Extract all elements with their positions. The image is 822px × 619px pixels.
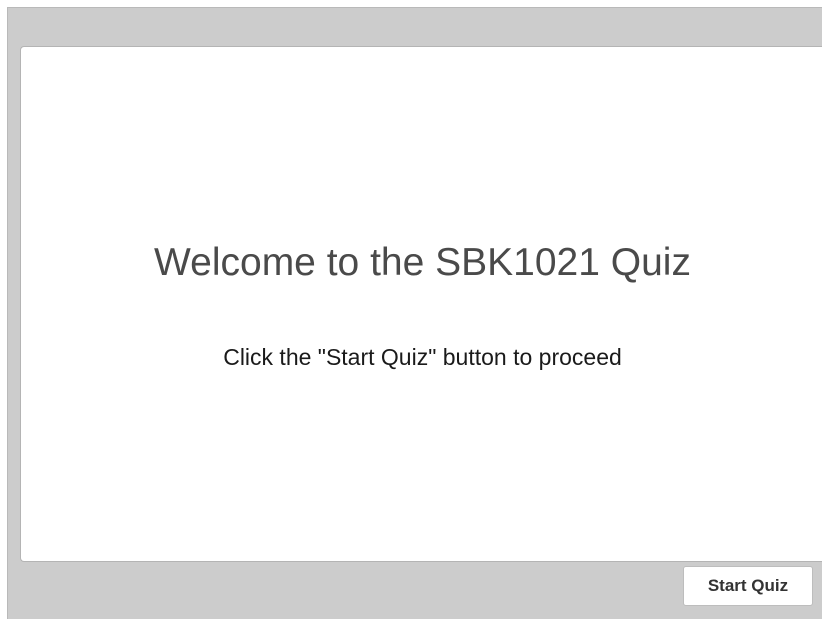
quiz-player-frame: Welcome to the SBK1021 Quiz Click the "S… bbox=[7, 7, 822, 619]
start-quiz-button[interactable]: Start Quiz bbox=[683, 566, 813, 606]
slide-content-area: Welcome to the SBK1021 Quiz Click the "S… bbox=[20, 46, 822, 562]
instruction-text: Click the "Start Quiz" button to proceed bbox=[223, 344, 622, 370]
welcome-title: Welcome to the SBK1021 Quiz bbox=[154, 241, 691, 284]
